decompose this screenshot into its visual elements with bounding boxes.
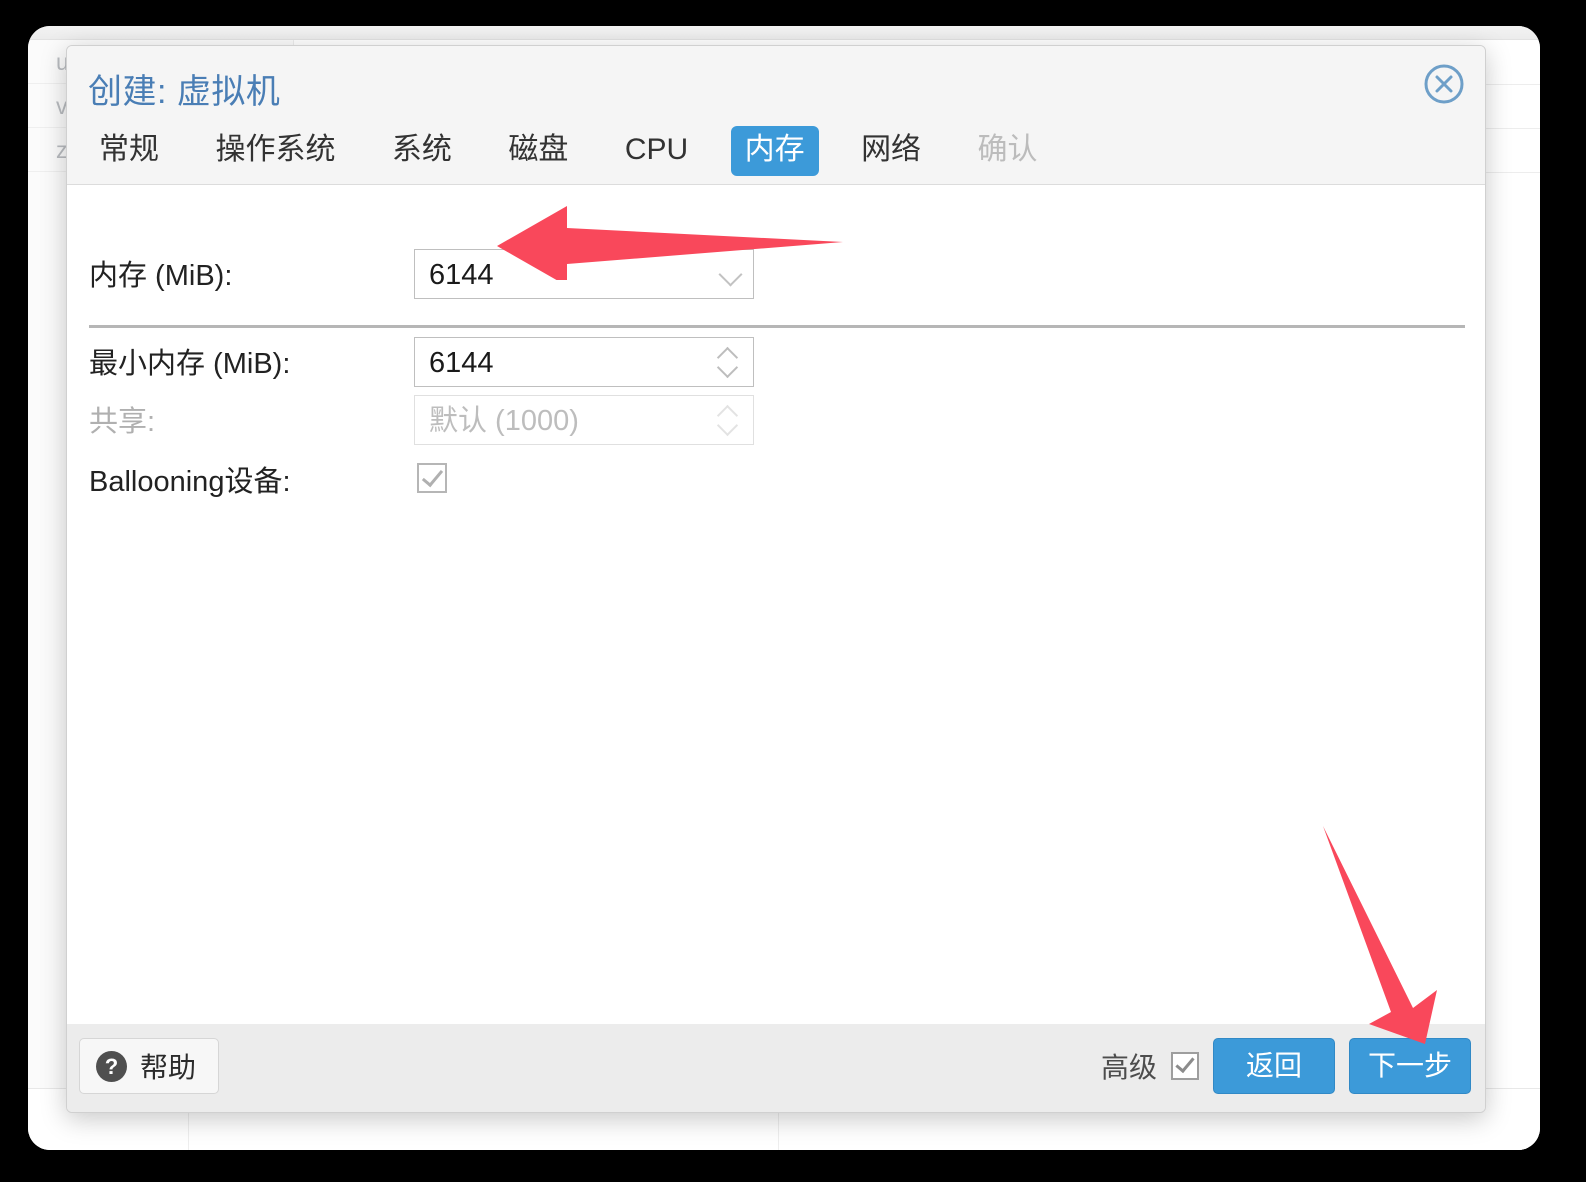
min-memory-label: 最小内存 (MiB): — [89, 348, 291, 380]
tab-system[interactable]: 系统 — [378, 126, 466, 176]
shares-form-row: 共享: 默认 (1000) — [67, 393, 1485, 451]
help-button[interactable]: ? 帮助 — [79, 1038, 220, 1094]
spinner-updown-icon[interactable] — [716, 346, 742, 380]
dialog-title: 创建: 虚拟机 — [88, 73, 281, 111]
ballooning-label: Ballooning设备: — [89, 466, 291, 498]
min-memory-input-value: 6144 — [429, 347, 494, 379]
question-mark-icon: ? — [96, 1050, 127, 1082]
dialog-tab-bar: 常规 操作系统 系统 磁盘 CPU 内存 网络 确认 — [67, 126, 1485, 184]
dialog-header: 创建: 虚拟机 — [67, 46, 1485, 126]
section-divider — [89, 325, 1465, 328]
tab-cpu[interactable]: CPU — [611, 126, 702, 176]
memory-input[interactable]: 6144 — [414, 249, 754, 299]
ballooning-checkbox[interactable] — [417, 463, 447, 493]
tab-disks[interactable]: 磁盘 — [494, 126, 582, 176]
min-memory-input[interactable]: 6144 — [414, 337, 754, 387]
next-button[interactable]: 下一步 — [1348, 1038, 1471, 1094]
ballooning-form-row: Ballooning设备: — [67, 453, 1485, 511]
footer-actions: 高级 返回 下一步 — [1101, 1038, 1471, 1094]
background-titlebar — [28, 26, 1540, 40]
memory-input-value: 6144 — [429, 259, 494, 291]
shares-input: 默认 (1000) — [414, 395, 754, 445]
tab-network[interactable]: 网络 — [847, 126, 935, 176]
spinner-updown-icon — [716, 404, 742, 438]
shares-input-placeholder: 默认 (1000) — [429, 405, 579, 437]
chevron-down-icon[interactable] — [718, 262, 743, 287]
tab-os[interactable]: 操作系统 — [201, 126, 349, 176]
tab-confirm: 确认 — [977, 133, 1038, 166]
shares-label: 共享: — [89, 406, 156, 438]
checkbox-checked-icon — [1175, 1052, 1195, 1074]
create-vm-dialog: 创建: 虚拟机 常规 操作系统 系统 磁盘 CPU 内存 网络 确认 内存 (M… — [66, 45, 1486, 1113]
back-button[interactable]: 返回 — [1212, 1038, 1335, 1094]
advanced-label: 高级 — [1100, 1052, 1157, 1083]
dialog-body: 内存 (MiB): 6144 最小内存 (MiB): 6144 共享: 默认 (… — [67, 184, 1485, 1088]
min-memory-form-row: 最小内存 (MiB): 6144 — [67, 335, 1485, 393]
help-button-label: 帮助 — [140, 1052, 197, 1083]
advanced-checkbox[interactable] — [1170, 1052, 1199, 1080]
screen-root: u v z 创建: 虚拟机 常规 操作系统 系统 磁盘 CPU 内存 网络 确认… — [0, 0, 1586, 1182]
tab-general[interactable]: 常规 — [85, 126, 173, 176]
dialog-footer: ? 帮助 高级 返回 下一步 — [67, 1024, 1485, 1112]
tab-memory[interactable]: 内存 — [730, 126, 819, 176]
close-circle-icon[interactable] — [1423, 63, 1465, 105]
memory-label: 内存 (MiB): — [89, 260, 233, 292]
checkbox-checked-icon — [421, 464, 444, 488]
memory-form-row: 内存 (MiB): 6144 — [67, 247, 1485, 305]
